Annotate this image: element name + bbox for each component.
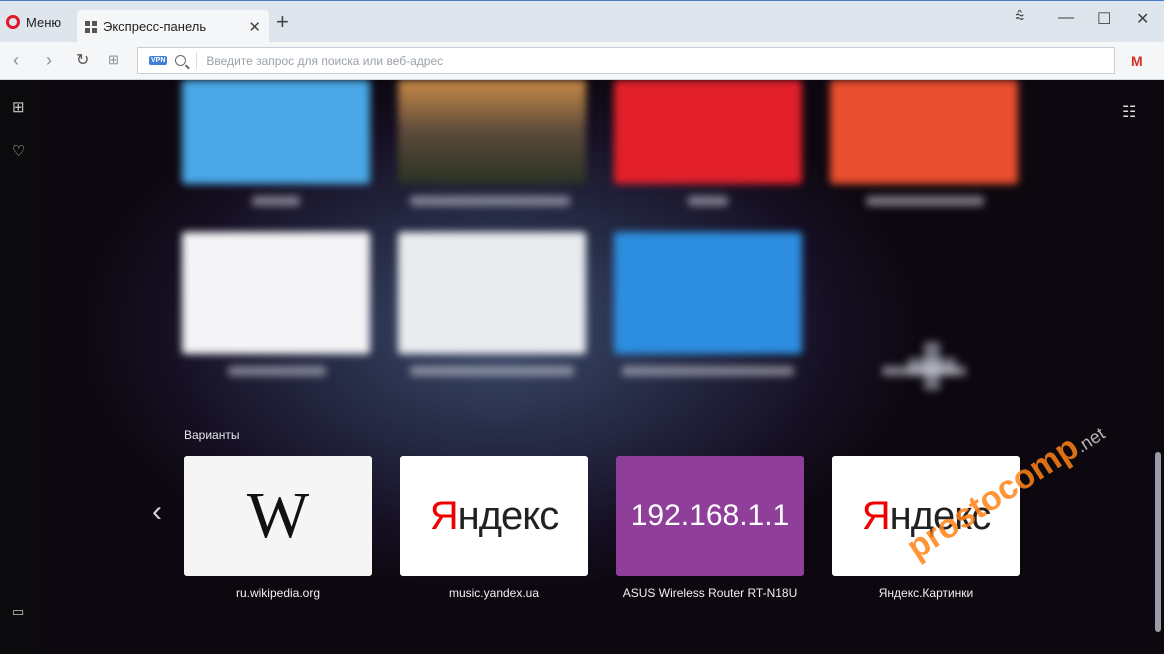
- chevron-left-icon[interactable]: ‹: [152, 495, 162, 529]
- blurred-tile[interactable]: [182, 80, 370, 184]
- tab-menu-icon[interactable]: ⩯: [1015, 9, 1024, 27]
- blurred-tile[interactable]: [830, 80, 1018, 184]
- blurred-caption: [866, 196, 984, 206]
- wikipedia-logo: W: [246, 479, 310, 552]
- vpn-badge[interactable]: VPN: [149, 56, 168, 65]
- blurred-caption: [688, 196, 728, 206]
- new-tab-icon[interactable]: +: [276, 11, 289, 33]
- blurred-tile[interactable]: [398, 232, 586, 354]
- blurred-tile[interactable]: [398, 80, 586, 184]
- blurred-speed-dials: [40, 80, 1164, 420]
- blurred-tile[interactable]: [614, 232, 802, 354]
- tab-speed-dial[interactable]: Экспресс-панель ✕: [77, 10, 269, 43]
- address-bar: ‹ › ↻ ⊞ VPN Введите запрос для поиска ил…: [0, 42, 1164, 80]
- blurred-caption: [882, 366, 966, 376]
- blurred-caption: [622, 366, 794, 376]
- opera-menu-button[interactable]: Меню: [6, 11, 61, 33]
- speed-dial-area: ☷ Варианты ‹ W ru.wikipedia.org Яндекс m…: [40, 80, 1164, 654]
- yandex-logo-text: ндекс: [457, 493, 560, 538]
- scrollbar[interactable]: [1155, 452, 1161, 632]
- suggestion-tile-router[interactable]: 192.168.1.1: [616, 456, 804, 576]
- blurred-caption: [252, 196, 300, 206]
- close-window-icon[interactable]: ✕: [1136, 9, 1149, 29]
- suggestion-caption[interactable]: Яндекс.Картинки: [832, 586, 1020, 600]
- speed-dial-icon[interactable]: ⊞: [12, 98, 25, 116]
- close-tab-icon[interactable]: ✕: [248, 18, 261, 36]
- yandex-logo-accent: Я: [861, 493, 891, 538]
- suggestion-tile-wikipedia[interactable]: W: [184, 456, 372, 576]
- panel-icon[interactable]: ▭: [12, 604, 24, 620]
- reload-icon[interactable]: ↻: [76, 50, 89, 70]
- speed-dial-tab-icon: [85, 20, 97, 33]
- search-icon: [175, 55, 187, 66]
- suggestions-heading: Варианты: [184, 428, 240, 442]
- yandex-logo-accent: Я: [429, 493, 459, 538]
- maximize-icon[interactable]: ☐: [1097, 9, 1111, 29]
- gmail-icon[interactable]: M: [1131, 53, 1143, 69]
- blurred-tile[interactable]: [182, 232, 370, 354]
- sidebar: ⊞ ♡ ▭: [0, 80, 40, 654]
- blurred-tile[interactable]: [614, 80, 802, 184]
- menu-label: Меню: [26, 14, 62, 30]
- blurred-caption: [228, 366, 326, 376]
- router-ip-text: 192.168.1.1: [630, 499, 790, 532]
- blurred-caption: [410, 196, 570, 206]
- suggestion-caption[interactable]: ru.wikipedia.org: [184, 586, 372, 600]
- suggestion-caption[interactable]: ASUS Wireless Router RT-N18U: [616, 586, 804, 600]
- heart-icon[interactable]: ♡: [12, 142, 25, 160]
- blurred-caption: [410, 366, 574, 376]
- forward-icon[interactable]: ›: [46, 50, 52, 71]
- minimize-icon[interactable]: —: [1058, 9, 1074, 27]
- url-input[interactable]: VPN Введите запрос для поиска или веб-ад…: [137, 47, 1115, 74]
- tab-strip: Меню Экспресс-панель ✕ + ⩯ — ☐ ✕: [0, 0, 1164, 43]
- url-placeholder: Введите запрос для поиска или веб-адрес: [206, 53, 444, 68]
- suggestion-caption[interactable]: music.yandex.ua: [400, 586, 588, 600]
- opera-logo-icon: [6, 15, 20, 29]
- speed-dial-icon[interactable]: ⊞: [108, 52, 119, 68]
- tab-title: Экспресс-панель: [103, 19, 207, 34]
- suggestion-tile-yandex-music[interactable]: Яндекс: [400, 456, 588, 576]
- divider: [196, 52, 198, 69]
- back-icon[interactable]: ‹: [13, 50, 19, 71]
